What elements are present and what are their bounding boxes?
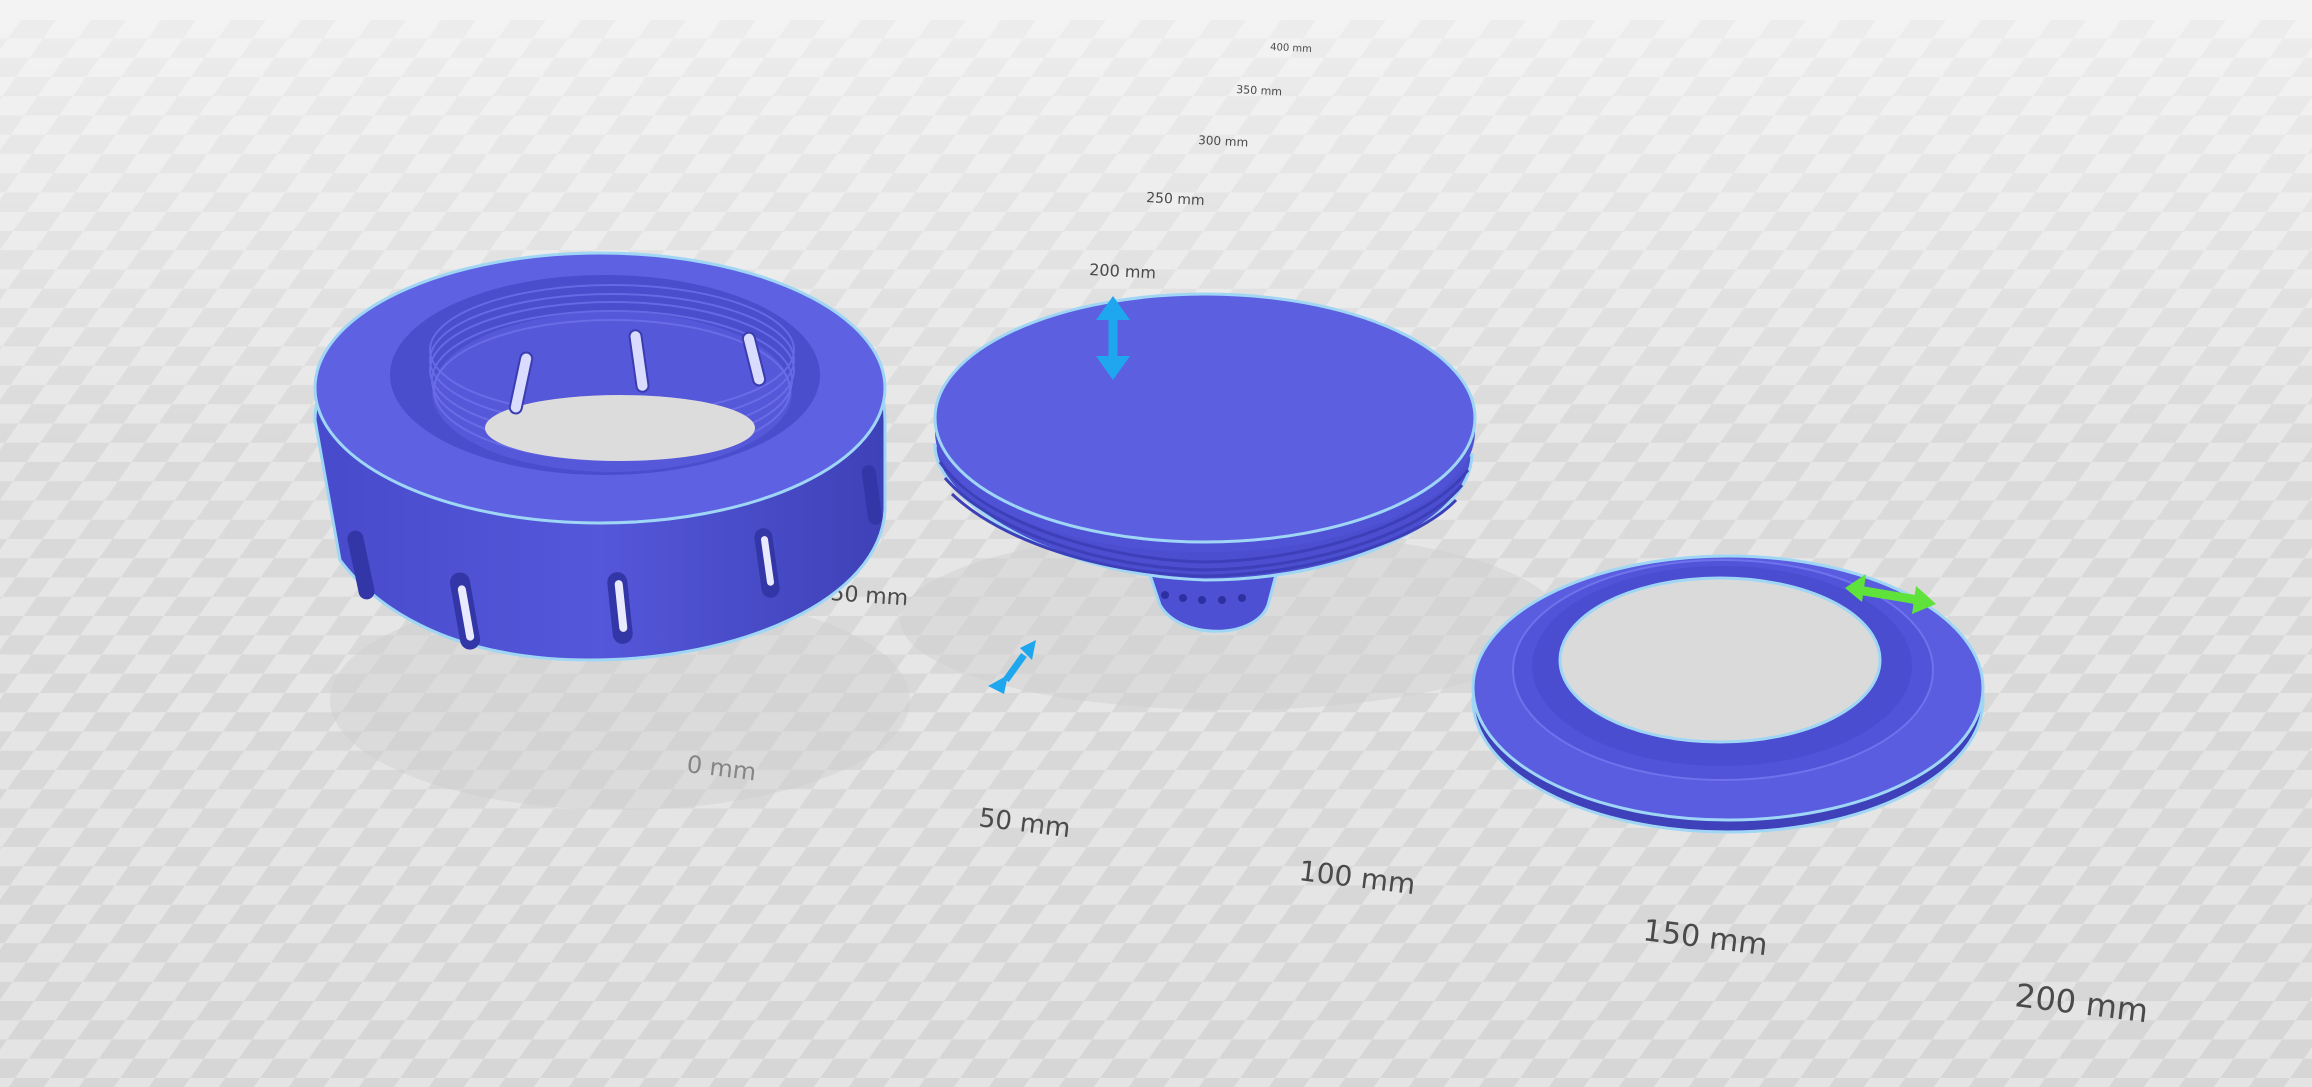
y-axis-label-300: 300 mm <box>1198 133 1249 150</box>
build-plate-scene[interactable]: 0 mm 50 mm 100 mm 150 mm 200 mm 50 mm 20… <box>0 0 2312 1087</box>
y-axis-label-200: 200 mm <box>1089 260 1157 282</box>
threaded-collar-ring-model[interactable] <box>313 251 910 810</box>
y-axis-label-350: 350 mm <box>1236 83 1283 98</box>
y-axis-label-400: 400 mm <box>1270 42 1312 55</box>
3d-viewport[interactable]: 0 mm 50 mm 100 mm 150 mm 200 mm 50 mm 20… <box>0 0 2312 1087</box>
y-axis-label-250: 250 mm <box>1146 190 1205 209</box>
